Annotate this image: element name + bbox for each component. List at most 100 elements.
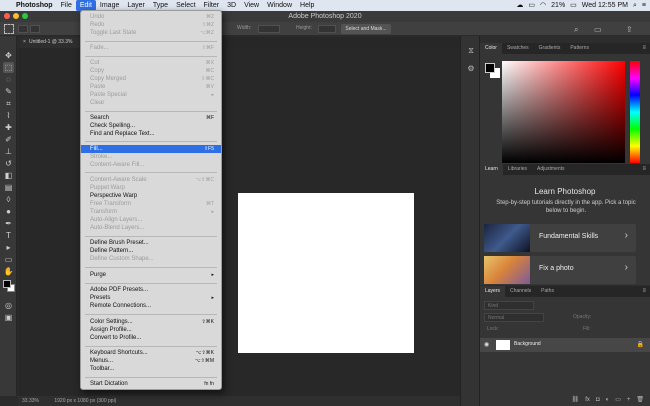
learn-panel-menu-icon[interactable]: ≡: [642, 164, 646, 175]
clock[interactable]: Wed 12:55 PM: [582, 0, 628, 11]
hue-slider[interactable]: [630, 61, 640, 163]
menu-item-auto-align-layers[interactable]: Auto-Align Layers...: [81, 216, 221, 224]
zoom-level[interactable]: 33.33%: [22, 398, 39, 404]
menu-item-fill[interactable]: Fill... ⇧F5: [81, 145, 221, 153]
menu-item-transform[interactable]: Transform ▸: [81, 208, 221, 216]
path-selection-tool-icon[interactable]: ▸: [3, 242, 14, 253]
share-icon[interactable]: ⇪: [626, 25, 633, 34]
properties-panel-icon[interactable]: ⚙: [465, 64, 477, 74]
learn-card-fundamental-skills[interactable]: Fundamental Skills ›: [484, 224, 636, 252]
menu-item-toggle-last-state[interactable]: Toggle Last State ⌥⌘Z: [81, 29, 221, 37]
visibility-eye-icon[interactable]: ◉: [484, 341, 489, 348]
menu-item-check-spelling[interactable]: Check Spelling...: [81, 122, 221, 130]
blur-tool-icon[interactable]: ◊: [3, 194, 14, 205]
tab-adjustments[interactable]: Adjustments: [532, 164, 570, 175]
selection-mode-add[interactable]: [30, 25, 40, 33]
menu-item-toolbar[interactable]: Toolbar...: [81, 365, 221, 373]
tab-paths[interactable]: Paths: [536, 286, 559, 297]
battery-icon[interactable]: ▭: [570, 0, 577, 11]
menu-item-presets[interactable]: Presets ▸: [81, 294, 221, 302]
search-icon[interactable]: ⌕: [633, 0, 637, 11]
lasso-tool-icon[interactable]: ◌: [3, 74, 14, 85]
menu-window[interactable]: Window: [263, 0, 296, 11]
home-search-icon[interactable]: ⌕: [574, 25, 578, 35]
new-group-icon[interactable]: ▭: [615, 394, 621, 406]
menu-item-content-aware-scale[interactable]: Content-Aware Scale ⌥⇧⌘C: [81, 176, 221, 184]
color-foreground-swatch[interactable]: [485, 63, 495, 73]
adjustment-layer-icon[interactable]: ◐: [606, 394, 610, 406]
menu-item-adobe-pdf-presets[interactable]: Adobe PDF Presets...: [81, 286, 221, 294]
delete-layer-icon[interactable]: 🗑: [636, 394, 644, 406]
tab-learn[interactable]: Learn: [480, 164, 503, 175]
menu-app[interactable]: Photoshop: [12, 0, 57, 11]
tab-swatches[interactable]: Swatches: [502, 43, 534, 54]
lock-icon[interactable]: 🔒: [637, 341, 644, 348]
blend-mode-select[interactable]: Normal: [484, 313, 544, 322]
panel-menu-icon[interactable]: ≡: [642, 43, 646, 54]
height-field[interactable]: [318, 25, 336, 33]
menu-item-stroke[interactable]: Stroke...: [81, 153, 221, 161]
layer-name[interactable]: Background: [514, 341, 541, 347]
menu-help[interactable]: Help: [296, 0, 318, 11]
menu-item-start-dictation[interactable]: Start Dictation fn fn: [81, 380, 221, 388]
eraser-tool-icon[interactable]: ◧: [3, 170, 14, 181]
history-panel-icon[interactable]: ⧖: [465, 46, 477, 56]
hand-tool-icon[interactable]: ✋: [3, 266, 14, 277]
width-field[interactable]: [258, 25, 280, 33]
menu-item-color-settings[interactable]: Color Settings... ⇧⌘K: [81, 318, 221, 326]
dodge-tool-icon[interactable]: ●: [3, 206, 14, 217]
close-document-icon[interactable]: ×: [23, 37, 26, 48]
menu-item-search[interactable]: Search ⌘F: [81, 114, 221, 122]
crop-tool-icon[interactable]: ⌗: [3, 98, 14, 109]
menu-item-fade[interactable]: Fade... ⇧⌘F: [81, 44, 221, 52]
layer-style-icon[interactable]: fx: [585, 394, 590, 406]
learn-card-fix-a-photo[interactable]: Fix a photo ›: [484, 256, 636, 284]
menu-item-convert-to-profile[interactable]: Convert to Profile...: [81, 334, 221, 342]
menu-item-paste[interactable]: Paste ⌘V: [81, 83, 221, 91]
color-picker-field[interactable]: [502, 61, 625, 163]
close-window-button[interactable]: [4, 13, 10, 19]
tab-gradients[interactable]: Gradients: [534, 43, 566, 54]
menu-item-paste-special[interactable]: Paste Special ▸: [81, 91, 221, 99]
creative-cloud-icon[interactable]: ☁: [516, 0, 523, 11]
layer-row-background[interactable]: ◉ Background 🔒: [480, 338, 650, 352]
minimize-window-button[interactable]: [13, 13, 19, 19]
menu-item-define-pattern[interactable]: Define Pattern...: [81, 247, 221, 255]
menu-item-remote-connections[interactable]: Remote Connections...: [81, 302, 221, 310]
type-tool-icon[interactable]: T: [3, 230, 14, 241]
menu-item-cut[interactable]: Cut ⌘X: [81, 59, 221, 67]
workspace-icon[interactable]: ▭: [594, 25, 602, 34]
menu-item-define-custom-shape[interactable]: Define Custom Shape...: [81, 255, 221, 263]
menu-file[interactable]: File: [57, 0, 76, 11]
menu-item-copy-merged[interactable]: Copy Merged ⇧⌘C: [81, 75, 221, 83]
menu-item-assign-profile[interactable]: Assign Profile...: [81, 326, 221, 334]
menu-item-menus[interactable]: Menus... ⌥⇧⌘M: [81, 357, 221, 365]
eyedropper-tool-icon[interactable]: ⌇: [3, 110, 14, 121]
menu-item-undo[interactable]: Undo ⌘Z: [81, 13, 221, 21]
menu-item-perspective-warp[interactable]: Perspective Warp: [81, 192, 221, 200]
select-and-mask-button[interactable]: Select and Mask...: [341, 24, 391, 34]
document-tab[interactable]: × Untitled-1 @ 33.3%: [20, 37, 82, 48]
quick-mask-icon[interactable]: ◎: [3, 300, 14, 311]
marquee-tool-preset-icon[interactable]: [4, 24, 14, 34]
link-layers-icon[interactable]: ⛓: [572, 394, 580, 406]
selection-mode-new[interactable]: [18, 25, 28, 33]
menu-item-clear[interactable]: Clear: [81, 99, 221, 107]
zoom-window-button[interactable]: [22, 13, 28, 19]
menu-item-free-transform[interactable]: Free Transform ⌘T: [81, 200, 221, 208]
new-layer-icon[interactable]: +: [627, 394, 631, 406]
gradient-tool-icon[interactable]: ▤: [3, 182, 14, 193]
tab-color[interactable]: Color: [480, 43, 502, 54]
menu-3d[interactable]: 3D: [223, 0, 240, 11]
menu-item-puppet-warp[interactable]: Puppet Warp: [81, 184, 221, 192]
menu-item-auto-blend-layers[interactable]: Auto-Blend Layers...: [81, 224, 221, 232]
menu-item-define-brush-preset[interactable]: Define Brush Preset...: [81, 239, 221, 247]
marquee-tool-icon[interactable]: ⬚: [3, 62, 14, 73]
brush-tool-icon[interactable]: ✐: [3, 134, 14, 145]
move-tool-icon[interactable]: ✥: [3, 50, 14, 61]
menu-item-keyboard-shortcuts[interactable]: Keyboard Shortcuts... ⌥⇧⌘K: [81, 349, 221, 357]
menu-item-copy[interactable]: Copy ⌘C: [81, 67, 221, 75]
screen-mode-icon[interactable]: ▣: [3, 312, 14, 323]
menu-view[interactable]: View: [240, 0, 263, 11]
document-canvas[interactable]: [238, 193, 414, 353]
